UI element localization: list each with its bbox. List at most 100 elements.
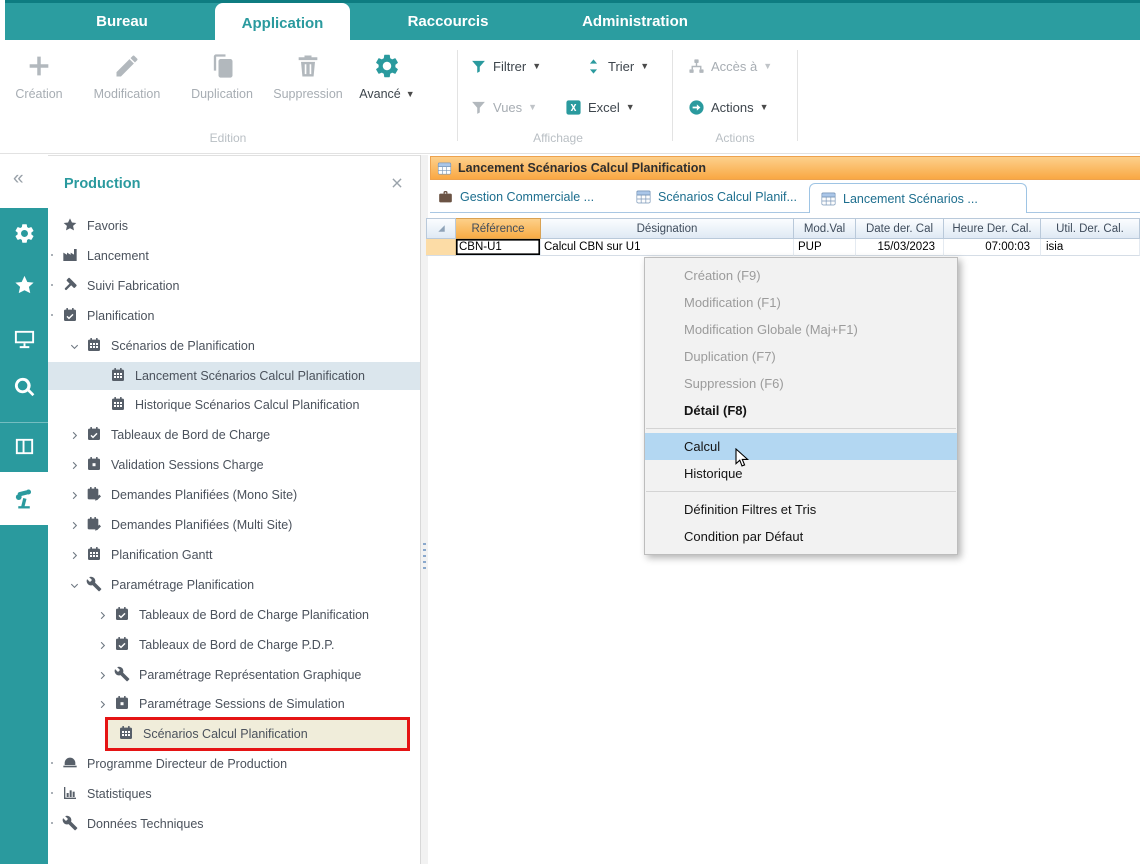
cell-mod-val[interactable]: PUP — [794, 239, 856, 256]
context-menu-item-cr-ation-f9-[interactable]: Création (F9) — [645, 262, 957, 289]
tree-item-demandes-planifi-es-mono-site-[interactable]: Demandes Planifiées (Mono Site) — [48, 481, 434, 509]
ribbon-button-filtrer[interactable]: Filtrer▼ — [470, 55, 541, 77]
ribbon-button-label: Suppression — [273, 87, 343, 101]
menubar-tab-application[interactable]: Application — [215, 3, 350, 43]
context-menu-item-suppression-f6-[interactable]: Suppression (F6) — [645, 370, 957, 397]
tree-item-param-trage-repr-sentation-graphique[interactable]: Paramétrage Représentation Graphique — [48, 661, 462, 689]
document-tab-2[interactable]: Scénarios Calcul Planif... — [635, 182, 797, 212]
context-menu-item-condition-par-d-faut[interactable]: Condition par Défaut — [645, 523, 957, 550]
tree-item-param-trage-sessions-de-simulation[interactable]: Paramétrage Sessions de Simulation — [48, 690, 462, 718]
ribbon-button-duplication[interactable]: Duplication — [180, 50, 264, 128]
cell-util-der-cal[interactable]: isia — [1041, 239, 1140, 256]
ribbon-button-avancé[interactable]: Avancé▼ — [350, 50, 424, 128]
tree-item-tableaux-de-bord-de-charge[interactable]: Tableaux de Bord de Charge — [48, 421, 434, 449]
ribbon-button-suppression[interactable]: Suppression — [266, 50, 350, 128]
cell-heure-der-cal[interactable]: 07:00:03 — [944, 239, 1041, 256]
row-marker-cell[interactable] — [426, 239, 456, 256]
settings-wheel-icon[interactable] — [0, 215, 48, 251]
column-header-Heure Der. Cal.[interactable]: Heure Der. Cal. — [944, 218, 1041, 239]
chevron-right-icon[interactable] — [62, 428, 86, 442]
ribbon-button-création[interactable]: Création — [6, 50, 72, 128]
cell-reference[interactable]: CBN-U1 — [456, 239, 541, 256]
column-header-Référence[interactable]: Référence — [456, 218, 541, 239]
top-menu-bar: Bureau Application Raccourcis Administratio… — [5, 0, 1140, 40]
ribbon-button-trier[interactable]: Trier▼ — [585, 55, 649, 77]
dropdown-arrow-icon[interactable]: ▼ — [763, 62, 772, 71]
monitor-icon[interactable] — [0, 320, 48, 356]
factory-icon — [62, 247, 80, 265]
tree-guide-dot — [51, 284, 53, 286]
cal-icon — [86, 337, 104, 355]
dropdown-arrow-icon[interactable]: ▼ — [640, 62, 649, 71]
menubar-tab-raccourcis[interactable]: Raccourcis — [388, 3, 508, 40]
chevron-right-icon[interactable] — [90, 638, 114, 652]
tree-item-planification[interactable]: Planification — [48, 302, 434, 330]
tree-item-historique-sc-narios-calcul-planification[interactable]: Historique Scénarios Calcul Planificatio… — [48, 391, 482, 419]
document-tab-1[interactable]: Gestion Commerciale ... — [437, 182, 594, 212]
column-header-Util. Der. Cal.[interactable]: Util. Der. Cal. — [1041, 218, 1140, 239]
tree-item-param-trage-planification[interactable]: Paramétrage Planification — [48, 571, 434, 599]
cell-date-der-cal[interactable]: 15/03/2023 — [856, 239, 944, 256]
menubar-tab-bureau[interactable]: Bureau — [67, 3, 177, 40]
ribbon-button-actions[interactable]: Actions▼ — [688, 96, 769, 118]
tree-item-tableaux-de-bord-de-charge-planification[interactable]: Tableaux de Bord de Charge Planification — [48, 601, 462, 629]
dropdown-arrow-icon[interactable]: ▼ — [760, 103, 769, 112]
context-menu-item-calcul[interactable]: Calcul — [645, 433, 957, 460]
context-menu-item-d-tail-f8-[interactable]: Détail (F8) — [645, 397, 957, 424]
search-icon[interactable] — [0, 369, 48, 405]
tree-guide-dot — [51, 822, 53, 824]
context-menu-item-duplication-f7-[interactable]: Duplication (F7) — [645, 343, 957, 370]
tree-item-sc-narios-calcul-planification[interactable]: Scénarios Calcul Planification — [48, 720, 420, 748]
chevron-right-icon[interactable] — [90, 608, 114, 622]
context-menu-item-modification-globale-maj-f1-[interactable]: Modification Globale (Maj+F1) — [645, 316, 957, 343]
tree-item-programme-directeur-de-production[interactable]: Programme Directeur de Production — [48, 750, 434, 778]
ribbon-button-excel[interactable]: Excel▼ — [565, 96, 635, 118]
column-header-Mod.Val[interactable]: Mod.Val — [794, 218, 856, 239]
column-header-Désignation[interactable]: Désignation — [541, 218, 794, 239]
dropdown-arrow-icon[interactable]: ▼ — [406, 90, 415, 99]
context-menu-item-historique[interactable]: Historique — [645, 460, 957, 487]
splitter-grip[interactable] — [423, 543, 426, 571]
table-row[interactable]: CBN-U1Calcul CBN sur U1PUP15/03/202307:0… — [426, 239, 1140, 256]
tree-item-sc-narios-de-planification[interactable]: Scénarios de Planification — [48, 332, 434, 360]
tree-item-donn-es-techniques[interactable]: Données Techniques — [48, 810, 434, 838]
chevron-down-icon[interactable] — [62, 578, 86, 592]
cell-designation[interactable]: Calcul CBN sur U1 — [541, 239, 794, 256]
tree-item-tableaux-de-bord-de-charge-p-d-p-[interactable]: Tableaux de Bord de Charge P.D.P. — [48, 631, 462, 659]
dropdown-arrow-icon[interactable]: ▼ — [528, 103, 537, 112]
tree-item-validation-sessions-charge[interactable]: Validation Sessions Charge — [48, 451, 434, 479]
tree-item-lancement[interactable]: Lancement — [48, 242, 434, 270]
chevron-right-icon[interactable] — [62, 548, 86, 562]
document-tab-3[interactable]: Lancement Scénarios ... — [809, 183, 1027, 213]
robot-arm-icon[interactable] — [0, 480, 48, 516]
rail-divider — [0, 422, 48, 423]
dropdown-arrow-icon[interactable]: ▼ — [626, 103, 635, 112]
tree-item-statistiques[interactable]: Statistiques — [48, 780, 434, 808]
chevron-right-icon[interactable] — [90, 697, 114, 711]
favorites-star-icon[interactable] — [0, 267, 48, 303]
ribbon-button-accès-à[interactable]: Accès à▼ — [688, 55, 772, 77]
tree-item-suivi-fabrication[interactable]: Suivi Fabrication — [48, 272, 434, 300]
chevron-right-icon[interactable] — [62, 488, 86, 502]
menubar-tab-administration[interactable]: Administration — [560, 3, 710, 40]
tree-item-lancement-sc-narios-calcul-planification[interactable]: Lancement Scénarios Calcul Planification — [48, 362, 482, 390]
context-menu: Création (F9)Modification (F1)Modificati… — [644, 257, 958, 555]
chevron-right-icon[interactable] — [90, 668, 114, 682]
chevron-right-icon[interactable] — [62, 458, 86, 472]
context-menu-item-modification-f1-[interactable]: Modification (F1) — [645, 289, 957, 316]
close-icon[interactable] — [390, 176, 404, 190]
context-menu-item-d-finition-filtres-et-tris[interactable]: Définition Filtres et Tris — [645, 496, 957, 523]
chevron-right-icon[interactable] — [62, 518, 86, 532]
chevron-down-icon[interactable] — [62, 339, 86, 353]
ribbon-button-modification[interactable]: Modification — [76, 50, 178, 128]
tree-item-demandes-planifi-es-multi-site-[interactable]: Demandes Planifiées (Multi Site) — [48, 511, 434, 539]
tree-item-favoris[interactable]: Favoris — [48, 212, 434, 240]
ribbon-button-vues[interactable]: Vues▼ — [470, 96, 537, 118]
tree-item-planification-gantt[interactable]: Planification Gantt — [48, 541, 434, 569]
collapse-panel-icon[interactable]: « — [13, 168, 22, 190]
column-header-row-selector[interactable] — [426, 218, 456, 239]
circle-arrow-icon — [688, 99, 705, 116]
columns-icon[interactable] — [0, 428, 48, 464]
column-header-Date der. Cal[interactable]: Date der. Cal — [856, 218, 944, 239]
dropdown-arrow-icon[interactable]: ▼ — [532, 62, 541, 71]
